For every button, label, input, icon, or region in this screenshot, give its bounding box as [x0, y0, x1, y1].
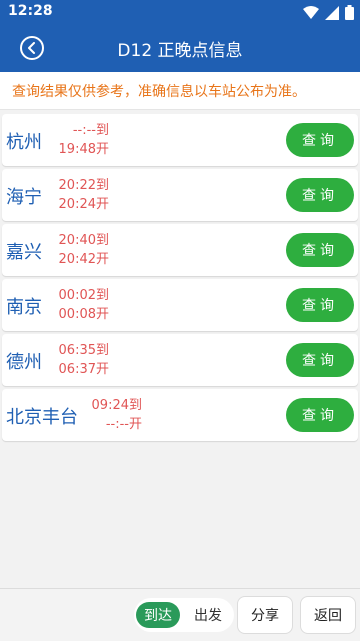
- station-row: 海宁 20:22到 20:24开 查询: [2, 169, 358, 221]
- query-button[interactable]: 查询: [286, 233, 354, 267]
- status-icons: [303, 5, 354, 20]
- depart-time: --:--开: [105, 417, 142, 432]
- query-button[interactable]: 查询: [286, 178, 354, 212]
- query-button[interactable]: 查询: [286, 288, 354, 322]
- depart-time: 06:37开: [58, 362, 109, 377]
- station-row: 北京丰台 09:24到 --:--开 查询: [2, 389, 358, 441]
- status-time: 12:28: [8, 3, 53, 19]
- arrive-time: 06:35到: [58, 343, 109, 358]
- page-title: D12 正晚点信息: [117, 41, 243, 61]
- station-row: 南京 00:02到 00:08开 查询: [2, 279, 358, 331]
- status-bar: 12:28: [0, 0, 360, 24]
- station-times: 20:22到 20:24开: [57, 176, 109, 214]
- back-button[interactable]: 返回: [300, 596, 356, 634]
- depart-time: 20:24开: [58, 197, 109, 212]
- arrive-time: --:--到: [72, 123, 109, 138]
- wifi-icon: [303, 5, 319, 19]
- signal-icon: [325, 5, 339, 20]
- query-button[interactable]: 查询: [286, 343, 354, 377]
- depart-time: 00:08开: [58, 307, 109, 322]
- query-button[interactable]: 查询: [286, 123, 354, 157]
- arrive-depart-toggle[interactable]: 到达 出发: [134, 598, 234, 632]
- station-times: --:--到 19:48开: [57, 121, 109, 159]
- toggle-depart[interactable]: 出发: [186, 602, 230, 628]
- arrive-time: 20:40到: [58, 233, 109, 248]
- app-bar: D12 正晚点信息: [0, 24, 360, 72]
- station-times: 20:40到 20:42开: [57, 231, 109, 269]
- station-name: 南京: [6, 297, 42, 318]
- station-times: 06:35到 06:37开: [57, 341, 109, 379]
- station-list: 杭州 --:--到 19:48开 查询 海宁 20:22到 20:24开 查询 …: [2, 114, 358, 444]
- station-row: 杭州 --:--到 19:48开 查询: [2, 114, 358, 166]
- station-name: 德州: [6, 352, 42, 373]
- depart-time: 20:42开: [58, 252, 109, 267]
- station-name: 嘉兴: [6, 242, 42, 263]
- station-name: 北京丰台: [6, 407, 78, 428]
- station-row: 嘉兴 20:40到 20:42开 查询: [2, 224, 358, 276]
- battery-icon: [345, 5, 354, 20]
- toggle-arrive[interactable]: 到达: [136, 602, 180, 628]
- arrive-time: 00:02到: [58, 288, 109, 303]
- station-row: 德州 06:35到 06:37开 查询: [2, 334, 358, 386]
- query-button[interactable]: 查询: [286, 398, 354, 432]
- arrive-time: 20:22到: [58, 178, 109, 193]
- station-times: 00:02到 00:08开: [57, 286, 109, 324]
- bottom-bar: 到达 出发 分享 返回: [0, 588, 360, 641]
- share-button[interactable]: 分享: [237, 596, 293, 634]
- station-times: 09:24到 --:--开: [90, 396, 142, 434]
- disclaimer-notice: 查询结果仅供参考，准确信息以车站公布为准。: [0, 72, 360, 110]
- depart-time: 19:48开: [58, 142, 109, 157]
- station-name: 杭州: [6, 132, 42, 153]
- arrive-time: 09:24到: [91, 398, 142, 413]
- station-name: 海宁: [6, 187, 42, 208]
